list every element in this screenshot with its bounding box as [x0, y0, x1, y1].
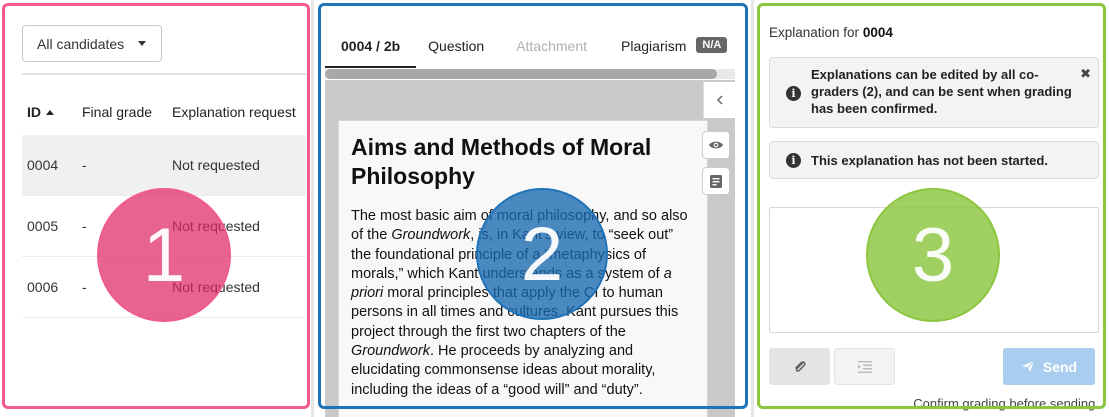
close-icon[interactable]: ✖: [1080, 66, 1091, 82]
confirm-grading-note: Confirm grading before sending.: [913, 396, 1099, 411]
final-grade: -: [82, 157, 87, 173]
tab-question[interactable]: Question: [416, 28, 496, 68]
chevron-left-icon: [716, 95, 723, 105]
send-icon: [1021, 360, 1035, 372]
tab-plagiarism[interactable]: Plagiarism N/A: [607, 28, 739, 68]
column-header-final-grade[interactable]: Final grade: [82, 104, 172, 120]
send-button-label: Send: [1042, 358, 1078, 375]
tab-attachment: Attachment: [516, 38, 588, 54]
table-row[interactable]: 0006 - Not requested: [22, 257, 306, 318]
table-header: ID Final grade Explanation request: [22, 89, 306, 135]
document-page: Aims and Methods of Moral Philosophy The…: [338, 120, 708, 417]
explanation-request: Not requested: [172, 279, 260, 295]
note-icon: [710, 174, 722, 188]
attach-file-button[interactable]: [769, 348, 830, 385]
send-button[interactable]: Send: [1003, 348, 1095, 385]
document-title: Aims and Methods of Moral Philosophy: [351, 134, 652, 189]
sort-ascending-icon: [46, 109, 54, 115]
column-header-explanation-request[interactable]: Explanation request: [172, 104, 306, 120]
candidate-filter-label: All candidates: [37, 35, 125, 52]
format-list-button[interactable]: [834, 348, 895, 385]
document-body: The most basic aim of moral philosophy, …: [351, 208, 688, 398]
explanation-textarea[interactable]: [769, 207, 1099, 333]
info-icon: i: [786, 152, 801, 168]
tab-plagiarism-label: Plagiarism: [621, 38, 687, 54]
paperclip-icon: [794, 360, 805, 372]
candidate-filter-dropdown[interactable]: All candidates: [22, 25, 162, 62]
plagiarism-status-badge: N/A: [696, 37, 728, 53]
candidate-id: 0004: [27, 157, 59, 173]
table-divider: [22, 73, 306, 75]
eye-icon: [709, 141, 723, 149]
chevron-down-icon: [138, 41, 147, 46]
final-grade: -: [82, 218, 87, 234]
notes-button[interactable]: [702, 167, 730, 195]
candidate-id: 0005: [27, 218, 59, 234]
explanation-request: Not requested: [172, 218, 260, 234]
co-graders-info-text: Explanations can be edited by all co-gra…: [811, 67, 1072, 116]
horizontal-scrollbar-thumb[interactable]: [325, 69, 717, 79]
co-graders-info-alert: i Explanations can be edited by all co-g…: [769, 57, 1099, 128]
explanation-candidate-id: 0004: [862, 25, 893, 40]
explanation-status-alert: i This explanation has not been started.: [769, 141, 1099, 179]
submission-tabs: 0004 / 2b Question Attachment Plagiarism…: [325, 28, 739, 68]
final-grade: -: [82, 279, 87, 295]
collapse-sidebar-button[interactable]: [703, 82, 735, 118]
column-header-id[interactable]: ID: [22, 104, 82, 120]
candidate-id: 0006: [27, 279, 59, 295]
explanation-title: Explanation for 0004: [769, 25, 893, 40]
table-row[interactable]: 0004 - Not requested: [22, 135, 306, 196]
indent-list-icon: [857, 360, 872, 373]
table-row[interactable]: 0005 - Not requested: [22, 196, 306, 257]
info-icon: i: [786, 86, 801, 101]
candidates-panel: All candidates ID Final grade Explanatio…: [0, 0, 311, 417]
explanation-status-text: This explanation has not been started.: [811, 152, 1048, 168]
explanation-request: Not requested: [172, 157, 260, 173]
tab-submission[interactable]: 0004 / 2b: [325, 28, 417, 68]
toggle-visibility-button[interactable]: [702, 131, 730, 159]
